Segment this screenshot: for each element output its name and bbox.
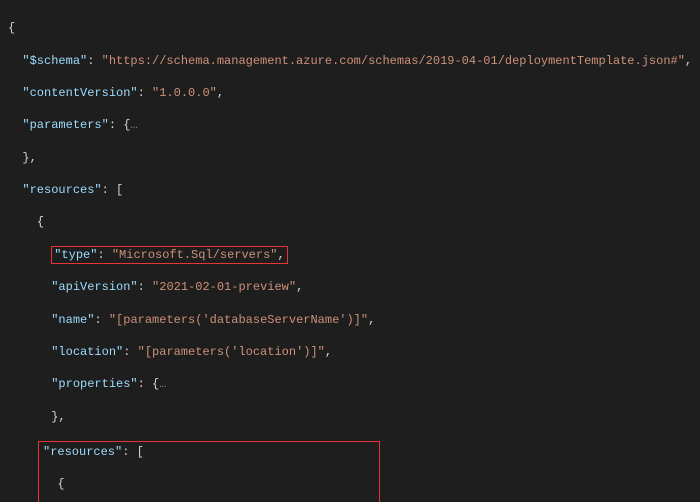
highlight-type-outer: "type": "Microsoft.Sql/servers", <box>51 246 287 264</box>
val-contentVersion: "1.0.0.0" <box>152 86 217 100</box>
brace-open: { <box>8 21 15 35</box>
code-editor[interactable]: { "$schema": "https://schema.management.… <box>0 0 700 502</box>
key-name: "name" <box>51 313 94 327</box>
key-location: "location" <box>51 345 123 359</box>
key-apiVersion: "apiVersion" <box>51 280 137 294</box>
key-resources: "resources" <box>22 183 101 197</box>
key-inner-resources: "resources" <box>43 445 122 459</box>
highlight-nested-resources: "resources": [ { "type": "firewallrules"… <box>38 441 380 502</box>
key-parameters: "parameters" <box>22 118 108 132</box>
key-schema: "$schema" <box>22 54 87 68</box>
key-contentVersion: "contentVersion" <box>22 86 137 100</box>
val-schema: "https://schema.management.azure.com/sch… <box>102 54 685 68</box>
key-properties: "properties" <box>51 377 137 391</box>
